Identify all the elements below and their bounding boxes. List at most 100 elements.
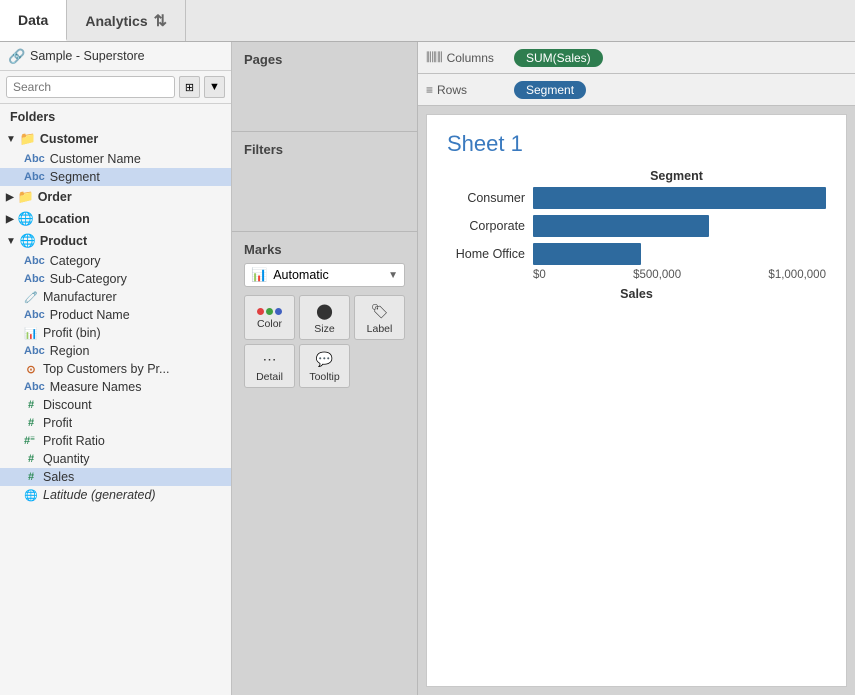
datasource-icon: 🔗 (8, 48, 24, 64)
dot-red (257, 308, 264, 315)
chevron-right-icon: ▶ (6, 192, 14, 203)
type-hash-calc-icon: #≡ (24, 435, 38, 447)
table-row: Home Office (447, 243, 826, 265)
chevron-down-icon: ▼ (6, 236, 16, 247)
detail-icon: ⋯ (263, 351, 277, 368)
list-item[interactable]: Abc Customer Name (0, 150, 231, 168)
type-hash-icon: # (24, 417, 38, 429)
marks-label: Marks (244, 242, 405, 257)
type-hash-icon: # (24, 471, 38, 483)
type-hash-icon: # (24, 399, 38, 411)
marks-size-button[interactable]: ⬤ Size (299, 295, 350, 340)
chart-title: Sheet 1 (447, 131, 826, 157)
filters-section: Filters (232, 132, 417, 231)
pages-section: Pages (232, 42, 417, 131)
type-hash-icon: # (24, 453, 38, 465)
bar-corporate (533, 215, 709, 237)
list-item[interactable]: ⊙ Top Customers by Pr... (0, 360, 231, 378)
tab-analytics[interactable]: Analytics ⇅ (67, 0, 186, 41)
list-item[interactable]: # Discount (0, 396, 231, 414)
list-item[interactable]: 🌐 Latitude (generated) (0, 486, 231, 504)
bar-chart-icon: 📊 (251, 267, 267, 283)
list-item[interactable]: Abc Segment (0, 168, 231, 186)
list-item[interactable]: #≡ Profit Ratio (0, 432, 231, 450)
left-panel: 🔗 Sample - Superstore ⊞ ▼ Folders ▼ 📁 Cu… (0, 42, 232, 695)
globe-icon: 🌐 (20, 233, 36, 249)
size-icon: ⬤ (316, 302, 333, 320)
sort-button[interactable]: ▼ (204, 76, 225, 98)
marks-color-button[interactable]: Color (244, 295, 295, 340)
folder-icon: 📁 (18, 189, 34, 205)
grid-view-button[interactable]: ⊞ (179, 76, 200, 98)
globe-icon: 🌐 (18, 211, 34, 227)
list-item-sales[interactable]: # Sales (0, 468, 231, 486)
list-item[interactable]: # Profit (0, 414, 231, 432)
dot-blue (275, 308, 282, 315)
field-list: ▼ 📁 Customer Abc Customer Name Abc Segme… (0, 128, 231, 695)
type-bar-icon: 📊 (24, 327, 38, 340)
type-abc-icon: Abc (24, 255, 45, 267)
size-label: Size (314, 323, 334, 335)
marks-detail-button[interactable]: ⋯ Detail (244, 344, 295, 388)
tooltip-icon: 💬 (316, 351, 333, 368)
group-product[interactable]: ▼ 🌐 Product (0, 230, 231, 252)
type-abc-icon: Abc (24, 273, 45, 285)
type-geo-icon: 🌐 (24, 489, 38, 502)
type-abc-icon: Abc (24, 381, 45, 393)
x-tick-1m: $1,000,000 (768, 269, 826, 281)
list-item[interactable]: Abc Measure Names (0, 378, 231, 396)
table-row: Corporate (447, 215, 826, 237)
pages-label: Pages (244, 52, 405, 67)
chart-bars: Consumer Corporate Home Offi (447, 187, 826, 265)
tab-data[interactable]: Data (0, 0, 67, 41)
marks-section: Marks 📊 Automatic ▼ Color ⬤ (232, 232, 417, 396)
marks-type-dropdown[interactable]: 📊 Automatic ▼ (244, 263, 405, 287)
main-area: 🔗 Sample - Superstore ⊞ ▼ Folders ▼ 📁 Cu… (0, 42, 855, 695)
list-item[interactable]: 🧷 Manufacturer (0, 288, 231, 306)
bar-container-consumer (533, 187, 826, 209)
columns-icon: ⫼⫼⫼ (426, 50, 443, 65)
bar-label-consumer: Consumer (447, 191, 525, 205)
search-input[interactable] (6, 76, 175, 98)
group-order[interactable]: ▶ 📁 Order (0, 186, 231, 208)
list-item[interactable]: 📊 Profit (bin) (0, 324, 231, 342)
marks-tooltip-button[interactable]: 💬 Tooltip (299, 344, 350, 388)
rows-icon: ≡ (426, 83, 433, 97)
type-geo-icon: 🧷 (24, 291, 38, 304)
search-bar: ⊞ ▼ (0, 71, 231, 104)
list-item[interactable]: Abc Region (0, 342, 231, 360)
group-customer[interactable]: ▼ 📁 Customer (0, 128, 231, 150)
detail-label: Detail (256, 371, 283, 383)
columns-shelf: ⫼⫼⫼ Columns SUM(Sales) (418, 42, 855, 74)
chevron-right-icon: ▶ (6, 214, 14, 225)
filters-label: Filters (244, 142, 405, 157)
datasource-label: Sample - Superstore (30, 49, 145, 63)
label-icon: 🏷 (371, 303, 389, 320)
list-item[interactable]: # Quantity (0, 450, 231, 468)
rows-label: ≡ Rows (426, 83, 506, 97)
bar-container-homeoffice (533, 243, 826, 265)
group-location[interactable]: ▶ 🌐 Location (0, 208, 231, 230)
chart-inner: Segment Consumer Corporate (447, 169, 826, 301)
list-item[interactable]: Abc Category (0, 252, 231, 270)
columns-pill[interactable]: SUM(Sales) (514, 49, 603, 67)
color-dots (257, 308, 282, 315)
datasource-row[interactable]: 🔗 Sample - Superstore (0, 42, 231, 71)
type-set-icon: ⊙ (24, 363, 38, 376)
x-tick-0: $0 (533, 269, 546, 281)
chevron-down-icon: ▼ (388, 270, 398, 281)
x-axis-label: Sales (447, 287, 826, 301)
list-item[interactable]: Abc Product Name (0, 306, 231, 324)
folders-label: Folders (0, 104, 231, 128)
rows-pill[interactable]: Segment (514, 81, 586, 99)
marks-label-button[interactable]: 🏷 Label (354, 295, 405, 340)
top-tab-bar: Data Analytics ⇅ (0, 0, 855, 42)
marks-type-label: Automatic (273, 268, 382, 282)
x-axis-ticks: $0 $500,000 $1,000,000 (533, 269, 826, 281)
tooltip-label: Tooltip (309, 371, 339, 383)
list-item[interactable]: Abc Sub-Category (0, 270, 231, 288)
filters-drop-area (244, 163, 405, 223)
type-abc-icon: Abc (24, 345, 45, 357)
middle-panel: Pages Filters Marks 📊 Automatic ▼ (232, 42, 418, 695)
x-tick-500k: $500,000 (633, 269, 681, 281)
